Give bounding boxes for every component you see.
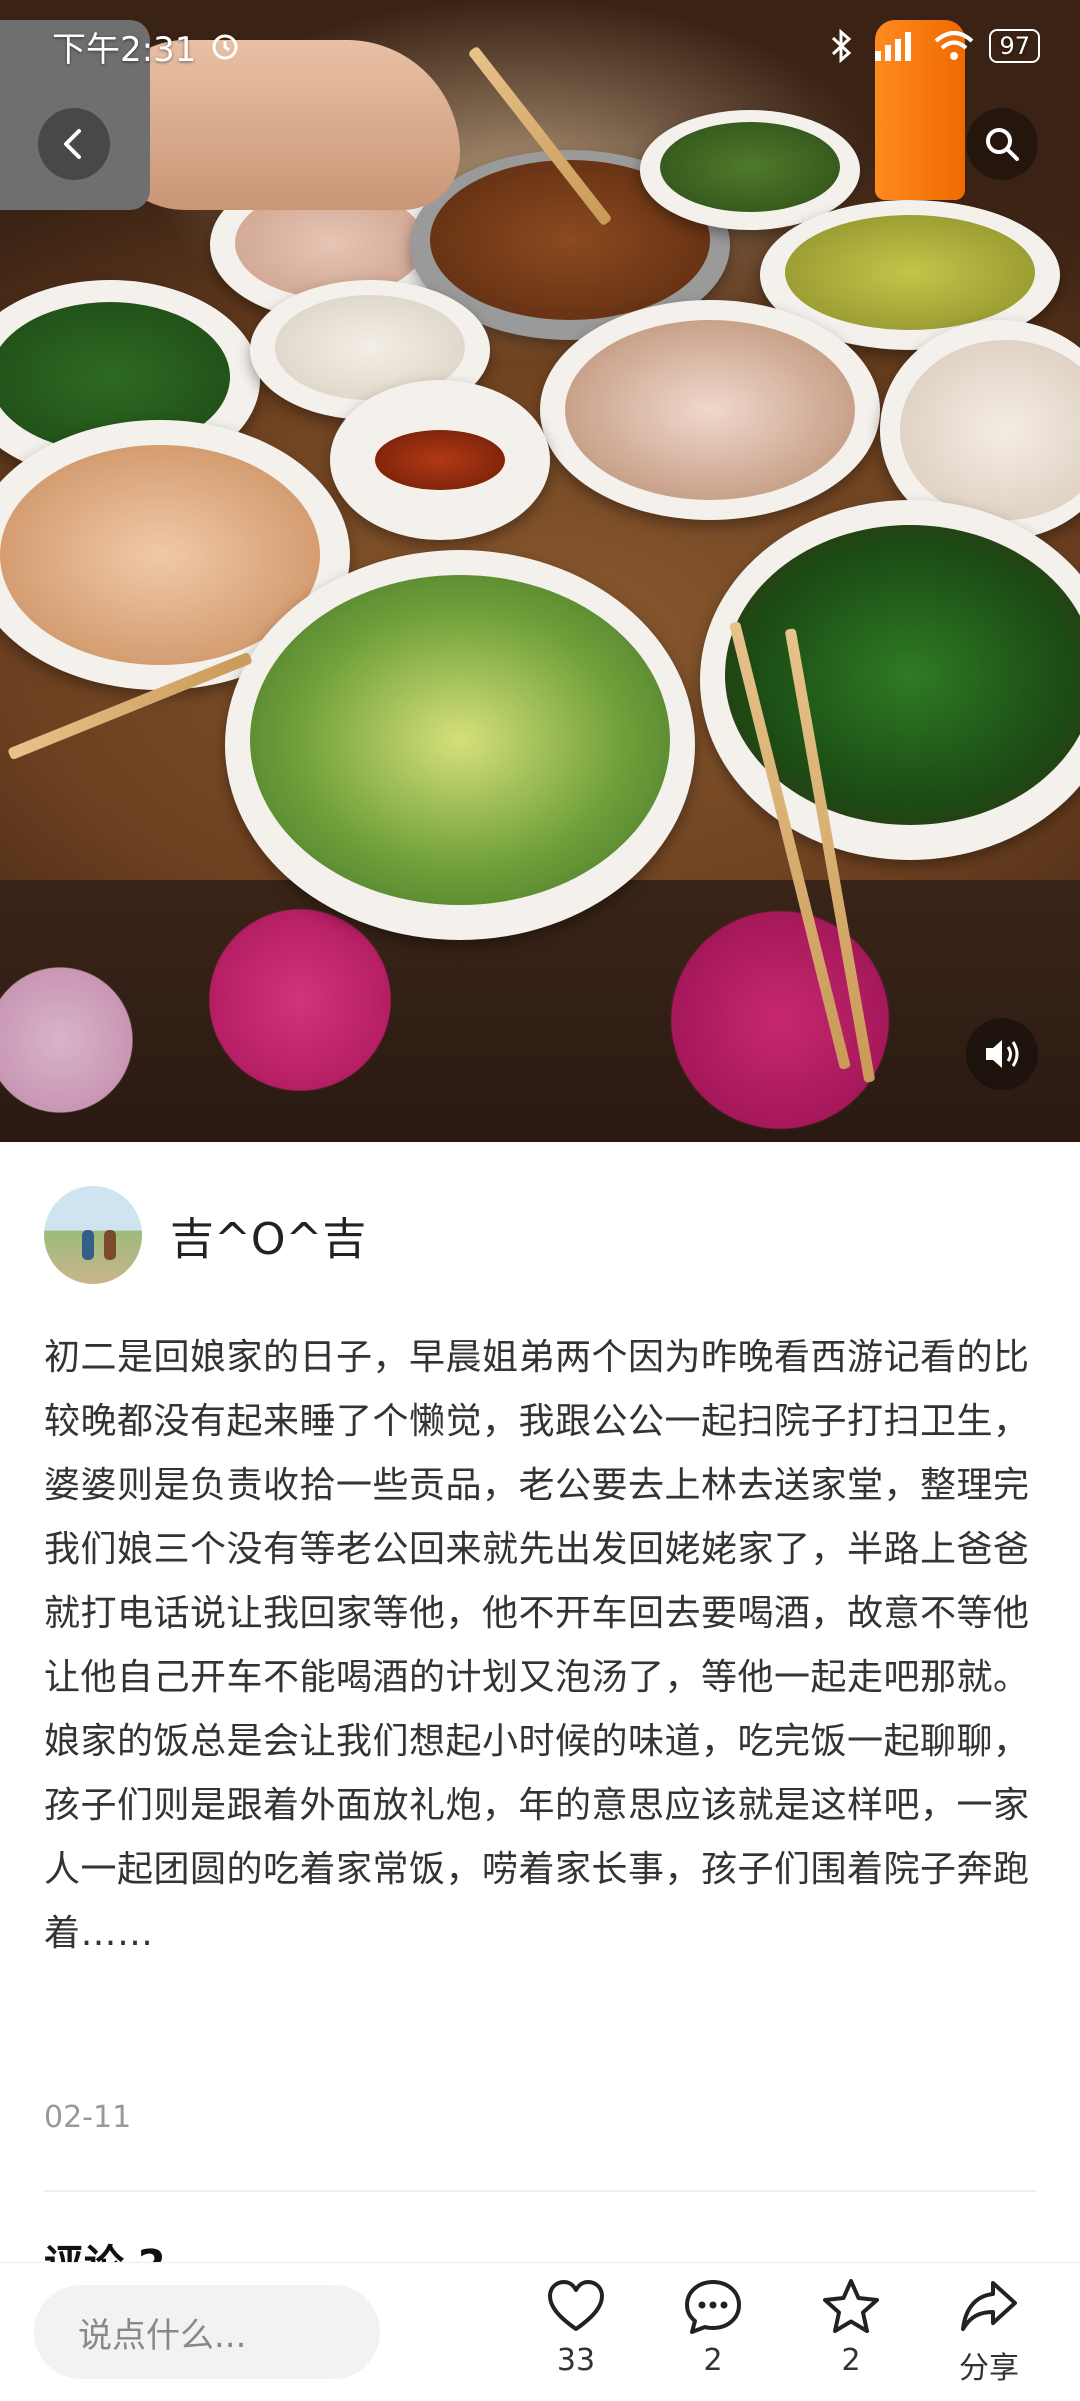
heart-icon (548, 2280, 604, 2331)
post-paragraph: 娘家的饭总是会让我们想起小时候的味道，吃完饭一起聊聊，孩子们则是跟着外面放礼炮，… (44, 1721, 1030, 1954)
bottom-action-bar: 说点什么... 33 2 2 分享 (0, 2262, 1080, 2401)
post-photo[interactable]: 下午2:31 97 (0, 0, 1080, 1142)
like-count: 33 (556, 2343, 596, 2378)
author-row[interactable]: 吉^O^吉 (44, 1186, 366, 1284)
plate-pork (540, 300, 880, 520)
plate-chive-stirfry (700, 500, 1080, 860)
comment-count: 2 (703, 2343, 723, 2378)
search-icon (986, 128, 1019, 161)
favorite-count: 2 (841, 2343, 861, 2378)
comment-input-placeholder: 说点什么... (78, 2315, 247, 2356)
plate-cucumber-stirfry (225, 550, 695, 940)
like-button[interactable]: 33 (521, 2277, 631, 2378)
comment-input[interactable]: 说点什么... (34, 2285, 380, 2379)
share-button[interactable]: 分享 (934, 2277, 1044, 2387)
share-label: 分享 (959, 2351, 1019, 2386)
comment-icon (685, 2280, 741, 2334)
alarm-icon (212, 34, 238, 60)
battery-indicator: 97 (989, 29, 1040, 63)
wifi-icon (935, 31, 974, 60)
comment-button[interactable]: 2 (658, 2277, 768, 2378)
post-paragraph: 初二是回娘家的日子，早晨姐弟两个因为昨晚看西游记看的比较晚都没有起来睡了个懒觉，… (44, 1337, 1030, 1698)
bluetooth-icon (832, 29, 852, 63)
bowl-chili-sauce (330, 380, 550, 540)
post-text: 初二是回娘家的日子，早晨姐弟两个因为昨晚看西游记看的比较晚都没有起来睡了个懒觉，… (44, 1326, 1040, 1966)
avatar[interactable] (44, 1186, 142, 1284)
status-bar: 下午2:31 97 (0, 0, 1080, 92)
back-button[interactable] (38, 108, 110, 180)
author-name[interactable]: 吉^O^吉 (170, 1203, 366, 1267)
signal-icon (875, 32, 912, 61)
status-time: 下午2:31 (52, 29, 197, 70)
back-icon (64, 129, 81, 159)
divider (44, 2190, 1036, 2192)
search-button[interactable] (966, 108, 1038, 180)
volume-button[interactable] (966, 1018, 1038, 1090)
post-date: 02-11 (44, 2100, 132, 2135)
favorite-button[interactable]: 2 (796, 2277, 906, 2378)
share-icon (961, 2281, 1017, 2331)
volume-icon (986, 1040, 1019, 1068)
star-icon (823, 2279, 879, 2333)
